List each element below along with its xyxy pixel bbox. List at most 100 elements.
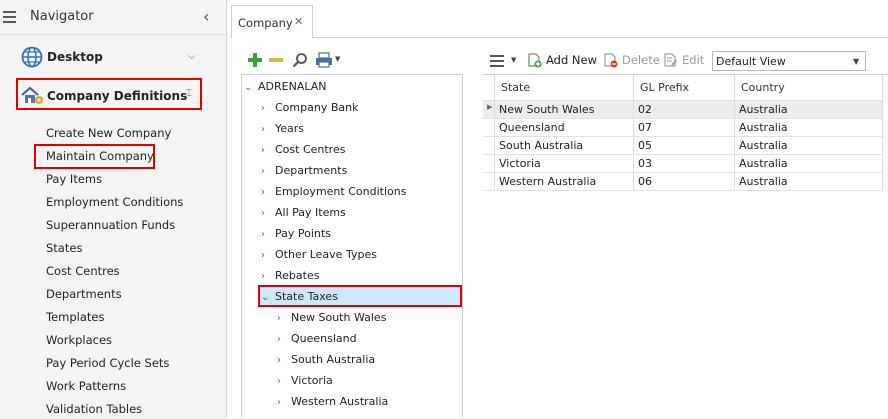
chevron-up-icon[interactable]: ⌶ [186, 88, 192, 99]
delete-button[interactable]: Delete [604, 53, 660, 68]
view-select-value: Default View [716, 55, 786, 68]
view-select[interactable]: Default View ▼ [712, 51, 866, 71]
section-company-definitions-label: Company Definitions [47, 89, 188, 103]
cell-country[interactable]: Australia [735, 119, 883, 137]
cell-gl-prefix[interactable]: 06 [634, 173, 735, 191]
row-indicator [483, 155, 495, 173]
navigator-header: Navigator ‹ [0, 0, 226, 34]
tree-node[interactable]: › Rebates [261, 269, 319, 282]
chevron-right-icon[interactable]: › [277, 397, 291, 408]
nav-item-superannuation-funds[interactable]: Superannuation Funds [46, 218, 175, 232]
tree-node[interactable]: › Employment Conditions [261, 185, 406, 198]
tree-node[interactable]: › Pay Points [261, 227, 331, 240]
table-row[interactable]: Queensland 07 Australia [483, 119, 883, 137]
tree-node[interactable]: › All Pay Items [261, 206, 346, 219]
maintain-company-highlight [34, 144, 155, 169]
chevron-right-icon[interactable]: › [261, 124, 275, 135]
chevron-right-icon[interactable]: › [261, 166, 275, 177]
cell-gl-prefix[interactable]: 02 [634, 101, 735, 119]
close-icon[interactable]: ✕ [294, 15, 303, 28]
chevron-right-icon[interactable]: › [261, 229, 275, 240]
nav-item-create-new-company[interactable]: Create New Company [46, 126, 171, 140]
table-row[interactable]: ▶ New South Wales 02 Australia [483, 101, 883, 119]
chevron-down-icon[interactable]: ⌵ [188, 51, 196, 62]
collapse-panel-icon[interactable]: ‹ [203, 7, 209, 26]
tab-company[interactable]: Company ✕ [231, 5, 313, 38]
cell-country[interactable]: Australia [735, 101, 883, 119]
remove-icon[interactable] [269, 58, 283, 62]
nav-item-departments[interactable]: Departments [46, 287, 122, 301]
section-desktop-label: Desktop [47, 50, 103, 64]
tree-child-node[interactable]: › Queensland [277, 332, 357, 345]
cell-country[interactable]: Australia [735, 155, 883, 173]
chevron-right-icon[interactable]: › [261, 271, 275, 282]
cell-state[interactable]: New South Wales [495, 101, 634, 119]
nav-item-pay-items[interactable]: Pay Items [46, 172, 102, 186]
column-header-gl-prefix[interactable]: GL Prefix [634, 75, 735, 101]
expanded-arrow-icon[interactable]: ⌄ [244, 82, 258, 93]
chevron-right-icon[interactable]: › [261, 208, 275, 219]
expanded-arrow-icon[interactable]: ⌄ [261, 292, 275, 303]
tree-child-node[interactable]: › New South Wales [277, 311, 386, 324]
tree-child-node[interactable]: › Western Australia [277, 395, 388, 408]
grid-menu-dropdown-icon[interactable]: ▼ [511, 56, 516, 64]
add-icon[interactable] [248, 53, 262, 67]
menu-icon[interactable] [3, 11, 16, 23]
cell-state[interactable]: Queensland [495, 119, 634, 137]
cell-gl-prefix[interactable]: 03 [634, 155, 735, 173]
chevron-right-icon[interactable]: › [261, 103, 275, 114]
tree-node-state-taxes[interactable]: ⌄ State Taxes [261, 290, 338, 303]
tree-node[interactable]: › Company Bank [261, 101, 358, 114]
nav-item-workplaces[interactable]: Workplaces [46, 333, 112, 347]
chevron-right-icon[interactable]: › [261, 250, 275, 261]
print-icon[interactable] [315, 52, 333, 68]
cell-state[interactable]: South Australia [495, 137, 634, 155]
chevron-right-icon[interactable]: › [277, 376, 291, 387]
company-house-icon [21, 86, 43, 104]
chevron-right-icon[interactable]: › [261, 187, 275, 198]
nav-item-validation-tables[interactable]: Validation Tables [46, 402, 142, 416]
chevron-right-icon[interactable]: › [277, 355, 291, 366]
chevron-right-icon[interactable]: › [261, 145, 275, 156]
row-indicator [483, 137, 495, 155]
delete-document-icon [604, 53, 618, 68]
globe-icon [21, 46, 43, 68]
nav-item-pay-period-cycle-sets[interactable]: Pay Period Cycle Sets [46, 356, 169, 370]
nav-item-work-patterns[interactable]: Work Patterns [46, 379, 126, 393]
tree-child-node[interactable]: › Victoria [277, 374, 333, 387]
cell-state[interactable]: Western Australia [495, 173, 634, 191]
add-new-button[interactable]: Add New [528, 53, 597, 68]
nav-item-templates[interactable]: Templates [46, 310, 104, 324]
section-desktop[interactable]: Desktop ⌵ [0, 44, 226, 70]
add-document-icon [528, 53, 542, 68]
tree-root[interactable]: ⌄ ADRENALAN [244, 80, 326, 93]
print-dropdown-icon[interactable]: ▼ [335, 55, 340, 63]
cell-gl-prefix[interactable]: 05 [634, 137, 735, 155]
search-icon[interactable] [292, 52, 308, 68]
tree-node[interactable]: › Departments [261, 164, 347, 177]
column-header-state[interactable]: State [495, 75, 634, 101]
grid-menu-icon[interactable] [490, 55, 504, 67]
tabbar-divider [313, 37, 888, 38]
nav-item-states[interactable]: States [46, 241, 82, 255]
chevron-right-icon[interactable]: › [277, 313, 291, 324]
section-company-definitions[interactable]: Company Definitions ⌶ [16, 78, 202, 110]
edit-button[interactable]: Edit [664, 53, 704, 68]
row-indicator [483, 173, 495, 191]
column-header-country[interactable]: Country [735, 75, 883, 101]
tree-node[interactable]: › Other Leave Types [261, 248, 377, 261]
table-row[interactable]: Victoria 03 Australia [483, 155, 883, 173]
chevron-right-icon[interactable]: › [277, 334, 291, 345]
tree-node[interactable]: › Years [261, 122, 304, 135]
cell-country[interactable]: Australia [735, 137, 883, 155]
table-row[interactable]: South Australia 05 Australia [483, 137, 883, 155]
tree-node[interactable]: › Cost Centres [261, 143, 345, 156]
tree-child-node[interactable]: › South Australia [277, 353, 375, 366]
table-row[interactable]: Western Australia 06 Australia [483, 173, 883, 191]
cell-state[interactable]: Victoria [495, 155, 634, 173]
nav-item-cost-centres[interactable]: Cost Centres [46, 264, 120, 278]
cell-country[interactable]: Australia [735, 173, 883, 191]
cell-gl-prefix[interactable]: 07 [634, 119, 735, 137]
nav-item-employment-conditions[interactable]: Employment Conditions [46, 195, 183, 209]
chevron-down-icon[interactable]: ▼ [853, 57, 859, 66]
